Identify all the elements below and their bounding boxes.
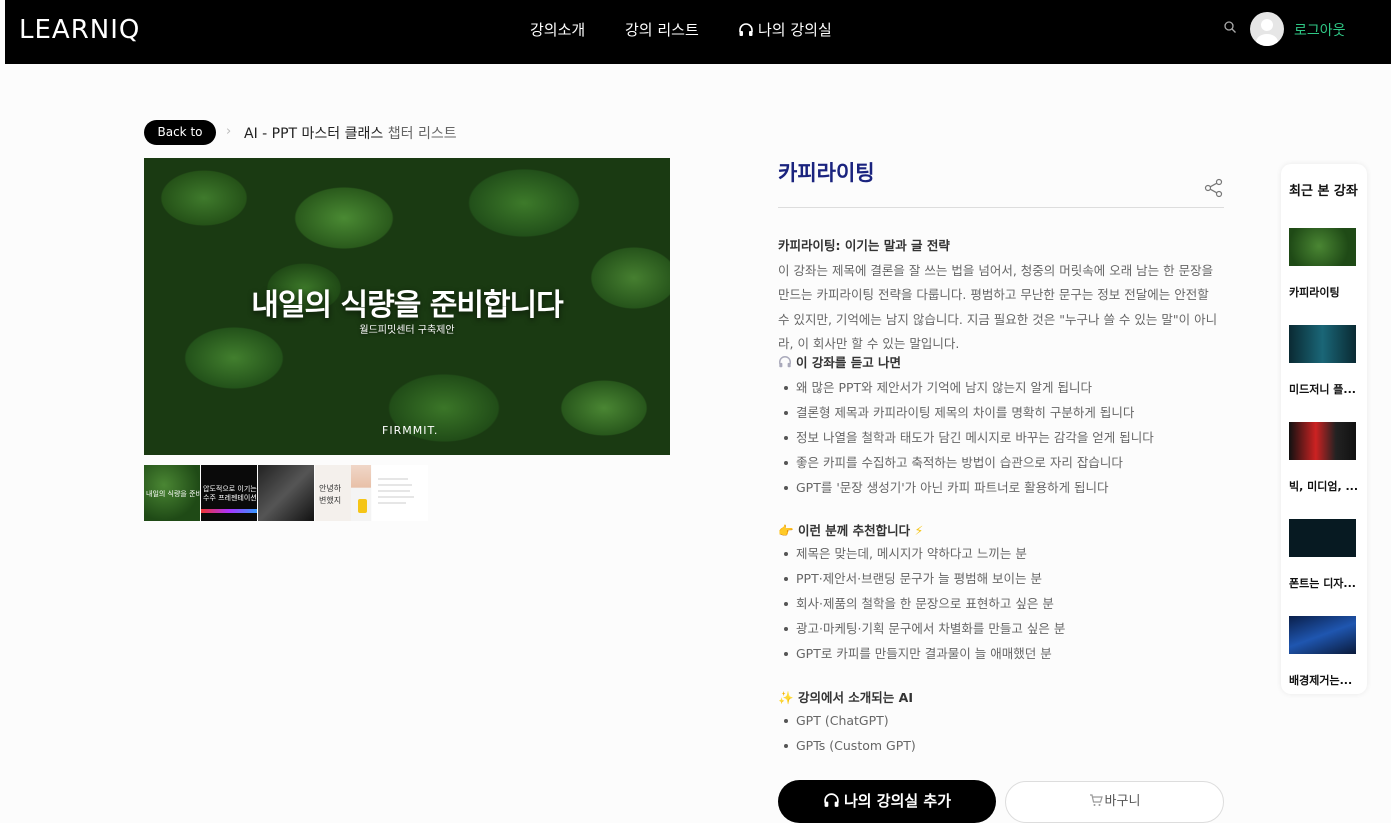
recommend-heading-text: 이런 분께 추천합니다 bbox=[797, 523, 911, 538]
list-item: 결론형 제목과 카피라이팅 제목의 차이를 명확히 구분하게 됩니다 bbox=[778, 400, 1154, 425]
list-item: 광고·마케팅·기획 문구에서 차별화를 만들고 싶은 분 bbox=[778, 616, 1065, 641]
after-list: 왜 많은 PPT와 제안서가 기억에 남지 않는지 알게 됩니다 결론형 제목과… bbox=[778, 375, 1154, 500]
divider bbox=[778, 207, 1224, 208]
nav-my-classroom[interactable]: 나의 강의실 bbox=[738, 19, 832, 40]
nav-my-classroom-label: 나의 강의실 bbox=[758, 21, 832, 39]
pointing-hand-icon: 👉 bbox=[778, 523, 794, 538]
course-title: 카피라이팅 bbox=[778, 161, 875, 185]
recent-item[interactable]: 배경제거는... bbox=[1289, 616, 1357, 688]
recommend-heading: 👉 이런 분께 추천합니다 ⚡ bbox=[778, 520, 923, 539]
list-item: GPT로 카피를 만들지만 결과물이 늘 애매했던 분 bbox=[778, 641, 1065, 666]
recent-item-label: 빅, 미디엄, ... bbox=[1289, 480, 1357, 493]
recent-item-image bbox=[1289, 228, 1356, 266]
phone-image bbox=[358, 499, 367, 513]
avatar[interactable] bbox=[1250, 12, 1284, 46]
after-heading: 이 강좌를 듣고 나면 bbox=[778, 352, 901, 371]
breadcrumb[interactable]: AI - PPT 마스터 클래스 챕터 리스트 bbox=[244, 123, 457, 143]
cart-button-label: 바구니 bbox=[1104, 794, 1141, 809]
chevron-right-icon: › bbox=[226, 124, 232, 139]
share-icon[interactable] bbox=[1204, 178, 1224, 198]
list-item: 왜 많은 PPT와 제안서가 기억에 남지 않는지 알게 됩니다 bbox=[778, 375, 1154, 400]
back-button[interactable]: Back to bbox=[144, 120, 216, 145]
document-lines-icon bbox=[378, 478, 414, 504]
thumbnail-2[interactable]: 압도적으로 이기는 수주 프레젠테이션 bbox=[201, 465, 257, 521]
hero-subtitle: 월드피밋센터 구축제안 bbox=[359, 325, 455, 336]
list-item: GPTs (Custom GPT) bbox=[778, 733, 916, 758]
thumbnail-text: 압도적으로 이기는 수주 프레젠테이션 bbox=[203, 485, 257, 502]
thumbnail-strip: 내일의 식량을 준비합니다 압도적으로 이기는 수주 프레젠테이션 안녕하 변했… bbox=[144, 465, 428, 521]
course-hero-image: 내일의 식량을 준비합니다 월드피밋센터 구축제안 FIRMMIT. bbox=[144, 158, 670, 455]
cart-button[interactable]: 바구니 bbox=[1005, 781, 1224, 823]
recent-item-image bbox=[1289, 519, 1356, 557]
recommend-list: 제목은 맞는데, 메시지가 약하다고 느끼는 분 PPT·제안서·브랜딩 문구가… bbox=[778, 541, 1065, 666]
recent-item[interactable]: 미드저니 플... bbox=[1289, 325, 1357, 397]
nav-course-intro[interactable]: 강의소개 bbox=[530, 19, 585, 40]
recent-item-image bbox=[1289, 616, 1356, 654]
list-item: GPT를 '문장 생성기'가 아닌 카피 파트너로 활용하게 됩니다 bbox=[778, 475, 1154, 500]
recent-courses-panel: 최근 본 강좌 카피라이팅 미드저니 플... 빅, 미디엄, ... 폰트는 … bbox=[1281, 164, 1367, 694]
thumbnail-text: 내일의 식량을 준비합니다 bbox=[146, 490, 200, 498]
logo[interactable]: LEARNIQ bbox=[19, 15, 140, 45]
recent-item-label: 카피라이팅 bbox=[1289, 286, 1340, 299]
thumbnail-text: 안녕하 변했지 bbox=[319, 484, 342, 505]
headphones-icon bbox=[779, 356, 791, 368]
thumbnail-5[interactable] bbox=[372, 465, 428, 521]
intro-body: 이 강좌는 제목에 결론을 잘 쓰는 법을 넘어서, 청중의 머릿속에 오래 남… bbox=[778, 262, 1218, 352]
cart-icon bbox=[1089, 794, 1103, 806]
ai-heading-text: 강의에서 소개되는 AI bbox=[797, 690, 913, 705]
course-description: 카피라이팅: 이기는 말과 글 전략 이 강좌는 제목에 결론을 잘 쓰는 법을… bbox=[778, 234, 1224, 357]
logout-link[interactable]: 로그아웃 bbox=[1294, 20, 1346, 40]
list-item: 제목은 맞는데, 메시지가 약하다고 느끼는 분 bbox=[778, 541, 1065, 566]
recent-item-image bbox=[1289, 325, 1356, 363]
list-item: 회사·제품의 철학을 한 문장으로 표현하고 싶은 분 bbox=[778, 591, 1065, 616]
recent-item-label: 폰트는 디자... bbox=[1289, 577, 1356, 590]
ai-list: GPT (ChatGPT) GPTs (Custom GPT) bbox=[778, 708, 916, 758]
ai-heading: ✨ 강의에서 소개되는 AI bbox=[778, 687, 913, 706]
recent-item-label: 미드저니 플... bbox=[1289, 383, 1356, 396]
recent-heading: 최근 본 강좌 bbox=[1289, 184, 1358, 199]
hero-brand: FIRMMIT. bbox=[382, 424, 439, 437]
breadcrumb-page: 챕터 리스트 bbox=[387, 126, 457, 142]
headphones-icon bbox=[824, 793, 839, 807]
recent-item[interactable]: 폰트는 디자... bbox=[1289, 519, 1357, 591]
recent-item-image bbox=[1289, 422, 1356, 460]
recent-item[interactable]: 카피라이팅 bbox=[1289, 228, 1357, 300]
nav-course-list[interactable]: 강의 리스트 bbox=[625, 19, 699, 40]
user-icon bbox=[1256, 19, 1278, 46]
gradient-bar bbox=[201, 509, 257, 513]
list-item: 정보 나열을 철학과 태도가 담긴 메시지로 바꾸는 감각을 얻게 됩니다 bbox=[778, 425, 1154, 450]
thumbnail-1[interactable]: 내일의 식량을 준비합니다 bbox=[144, 465, 200, 521]
list-item: GPT (ChatGPT) bbox=[778, 708, 916, 733]
hero-title: 내일의 식량을 준비합니다 bbox=[251, 288, 564, 323]
recent-item[interactable]: 빅, 미디엄, ... bbox=[1289, 422, 1357, 494]
add-button-label: 나의 강의실 추가 bbox=[843, 792, 952, 810]
breadcrumb-course: AI - PPT 마스터 클래스 bbox=[244, 126, 384, 142]
list-item: PPT·제안서·브랜딩 문구가 늘 평범해 보이는 분 bbox=[778, 566, 1065, 591]
headphones-icon bbox=[739, 23, 753, 36]
search-icon[interactable] bbox=[1223, 20, 1237, 34]
lightning-icon: ⚡ bbox=[914, 523, 924, 538]
recent-item-label: 배경제거는... bbox=[1289, 674, 1353, 687]
add-to-classroom-button[interactable]: 나의 강의실 추가 bbox=[778, 780, 996, 823]
thumbnail-4[interactable]: 안녕하 변했지 bbox=[315, 465, 371, 521]
intro-heading: 카피라이팅: 이기는 말과 글 전략 bbox=[778, 238, 950, 253]
top-navigation-bar: LEARNIQ 강의소개 강의 리스트 나의 강의실 로그아웃 bbox=[5, 0, 1391, 64]
sparkles-icon: ✨ bbox=[778, 690, 794, 705]
thumbnail-3[interactable] bbox=[258, 465, 314, 521]
list-item: 좋은 카피를 수집하고 축적하는 방법이 습관으로 자리 잡습니다 bbox=[778, 450, 1154, 475]
after-heading-text: 이 강좌를 듣고 나면 bbox=[796, 355, 902, 370]
